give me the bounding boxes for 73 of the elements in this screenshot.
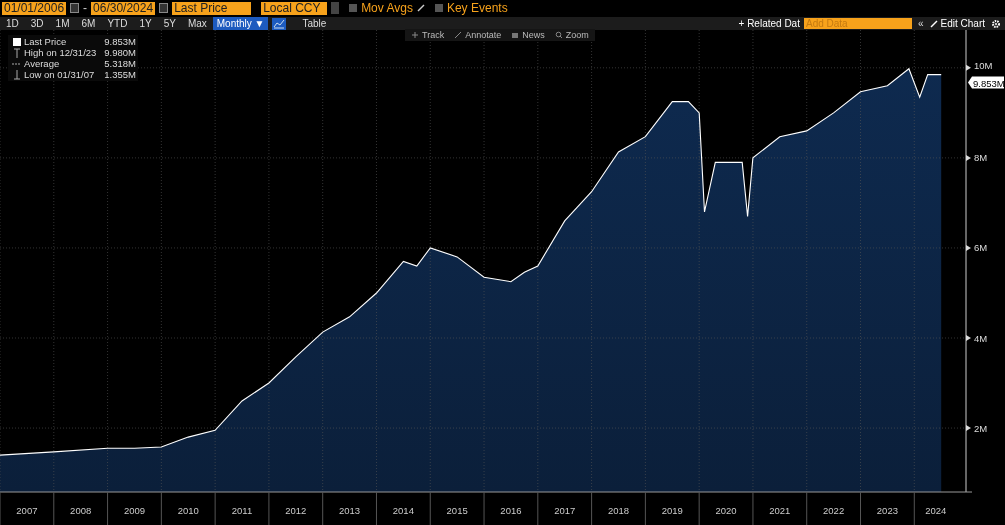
period-button[interactable]: Max [181, 17, 213, 30]
legend-label: High on 12/31/23 [24, 47, 98, 58]
year-label: 2024 [925, 505, 947, 516]
period-button[interactable]: 6M [75, 17, 102, 30]
year-label: 2017 [554, 505, 576, 516]
legend-value: 1.355M [104, 69, 136, 80]
year-label: 2010 [177, 505, 199, 516]
year-label: 2016 [500, 505, 522, 516]
checkbox[interactable] [349, 4, 358, 12]
period-button[interactable]: 5Y [157, 17, 182, 30]
year-label: 2011 [231, 505, 253, 516]
axis-tick [966, 64, 971, 71]
legend-label: Last Price [24, 36, 68, 47]
year-label: 2015 [446, 505, 468, 516]
legend-value: 9.980M [104, 47, 136, 58]
axis-tick [966, 154, 971, 161]
end-date-field[interactable]: 06/30/2024 [91, 1, 156, 15]
axis-label: 6M [974, 242, 988, 254]
axis-label: 8M [974, 152, 988, 164]
axis-label: 4M [974, 332, 988, 344]
last-price-tag: 9.853M [968, 76, 1005, 89]
field-selector[interactable]: Last Price [172, 1, 252, 15]
search-icon [554, 31, 563, 39]
year-label: 2009 [123, 505, 145, 516]
year-label: 2014 [392, 505, 414, 516]
pencil-icon[interactable] [416, 4, 425, 12]
year-label: 2013 [339, 505, 361, 516]
axis-label: 2M [974, 422, 988, 434]
period-button[interactable]: YTD [101, 17, 134, 30]
legend-value: 9.853M [104, 36, 136, 47]
axis-tick [966, 425, 971, 432]
axis-label: 10M [974, 59, 993, 71]
calendar-icon[interactable] [159, 3, 169, 13]
line-chart-icon[interactable] [272, 17, 287, 30]
year-label: 2021 [769, 505, 791, 516]
edit-chart-button[interactable]: Edit Chart [940, 18, 985, 29]
calendar-icon[interactable] [70, 3, 80, 13]
toggle-label[interactable]: Mov Avgs [361, 1, 413, 15]
period-button[interactable]: 1D [0, 17, 25, 30]
tool-button[interactable]: Annotate [465, 30, 502, 40]
toggle-label[interactable]: Key Events [446, 1, 508, 15]
tool-button[interactable]: News [522, 30, 545, 40]
year-label: 2023 [876, 505, 898, 516]
period-button[interactable]: 1M [49, 17, 76, 30]
related-data-button[interactable]: + Related Dat [738, 18, 800, 29]
currency-selector[interactable]: Local CCY [261, 1, 328, 15]
legend-value: 5.318M [104, 58, 136, 69]
tool-button[interactable]: Zoom [565, 30, 589, 40]
crosshair-icon [411, 31, 419, 39]
tool-button[interactable]: Track [422, 30, 445, 40]
year-label: 2018 [607, 505, 630, 516]
year-label: 2020 [715, 505, 737, 516]
pencil-icon [454, 31, 463, 39]
year-label: 2019 [661, 505, 683, 516]
newspaper-icon [511, 31, 520, 39]
checkbox[interactable] [434, 4, 443, 12]
year-label: 2022 [823, 505, 845, 516]
year-label: 2012 [285, 505, 307, 516]
square-icon [10, 36, 22, 47]
start-date-field[interactable]: 01/01/2006 [2, 1, 67, 15]
legend-label: Low on 01/31/07 [24, 69, 96, 80]
axis-tick [966, 244, 971, 251]
axis-tick [966, 335, 971, 341]
period-button[interactable]: 3D [24, 17, 50, 30]
year-label: 2007 [16, 505, 38, 516]
collapse-button[interactable]: « [917, 18, 924, 29]
settings-icon[interactable] [991, 18, 1001, 29]
legend-label: Average [24, 58, 61, 69]
table-button[interactable]: Table [302, 18, 327, 29]
frequency-dropdown[interactable]: Monthly ▼ [212, 17, 269, 30]
date-separator: - [83, 1, 88, 15]
year-label: 2008 [70, 505, 92, 516]
period-button[interactable]: 1Y [133, 17, 158, 30]
